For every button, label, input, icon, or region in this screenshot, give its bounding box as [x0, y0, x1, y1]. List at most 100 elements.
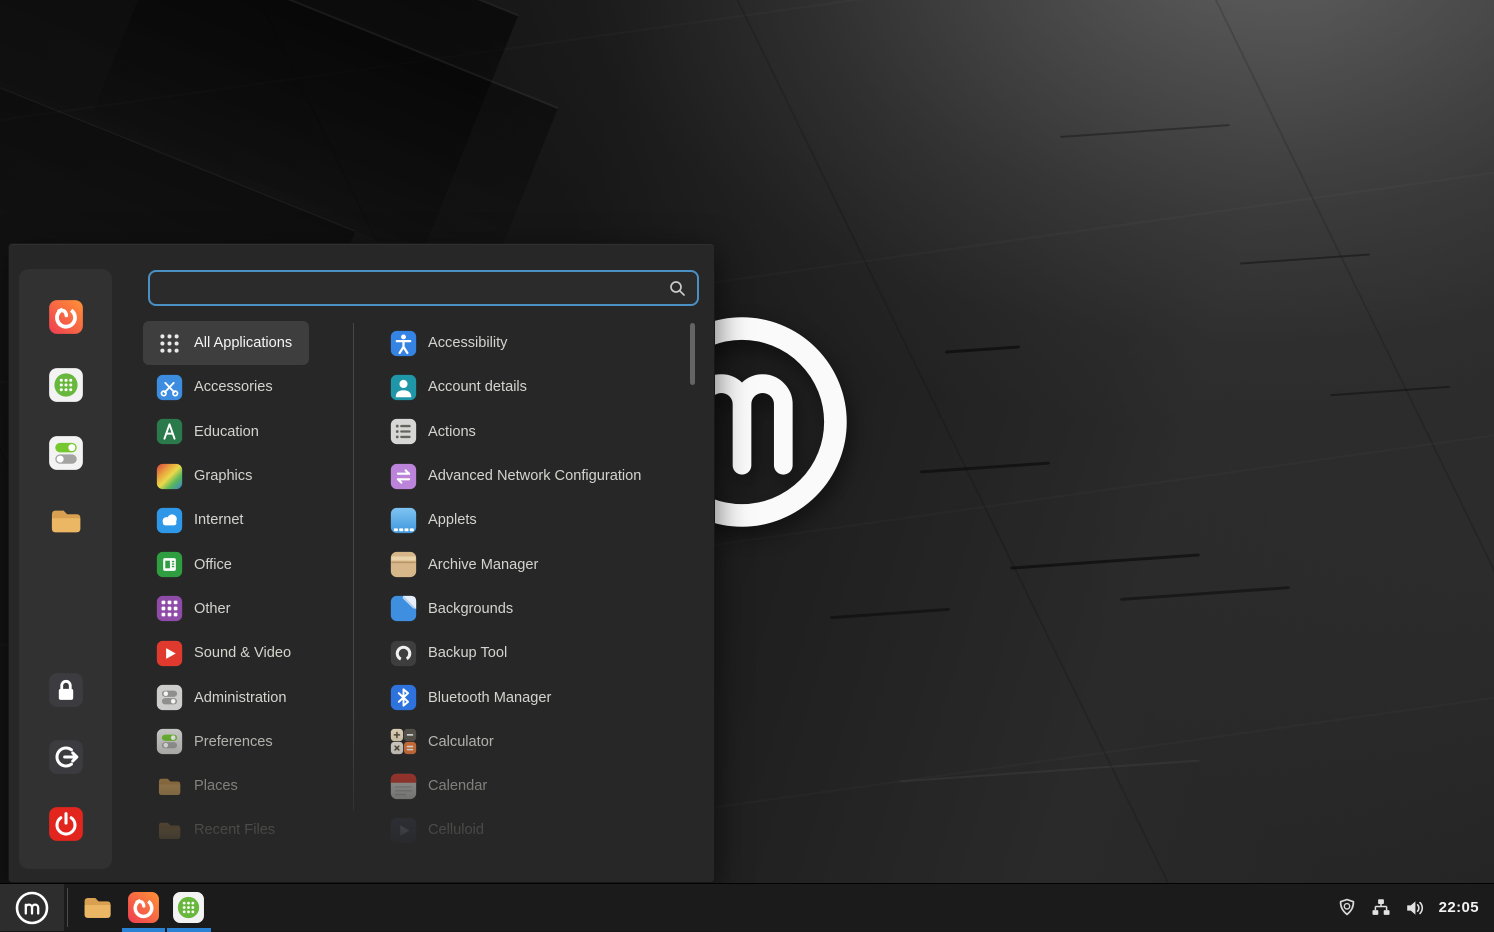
- category-administration[interactable]: Administration: [143, 675, 355, 719]
- favorite-software-manager[interactable]: [48, 367, 84, 403]
- education-icon: [156, 418, 183, 445]
- app-label: Calendar: [428, 778, 487, 794]
- internet-icon: [156, 507, 183, 534]
- app-label: Account details: [428, 379, 527, 395]
- category-recent-files[interactable]: Recent Files: [143, 808, 355, 852]
- scrollbar-thumb[interactable]: [690, 323, 695, 385]
- favorites-list: [19, 299, 112, 539]
- favorite-files[interactable]: [48, 503, 84, 539]
- app-label: Celluloid: [428, 822, 484, 838]
- session-buttons: [19, 672, 112, 842]
- app-celluloid[interactable]: Celluloid: [377, 808, 695, 852]
- lock-screen-button[interactable]: [48, 672, 84, 708]
- backup-tool-icon: [390, 640, 417, 667]
- category-list: All Applications Accessories Education G…: [143, 321, 355, 853]
- accessibility-icon: [390, 330, 417, 357]
- tray-network[interactable]: [1371, 898, 1391, 918]
- application-list: Accessibility Account details Actions Ad…: [377, 321, 695, 853]
- volume-icon: [1405, 898, 1425, 918]
- application-menu: All Applications Accessories Education G…: [8, 243, 715, 883]
- app-calculator[interactable]: Calculator: [377, 720, 695, 764]
- places-folder-icon: [156, 817, 183, 844]
- graphics-icon: [156, 463, 183, 490]
- favorite-system-settings[interactable]: [48, 435, 84, 471]
- folder-icon: [81, 891, 114, 924]
- system-tray: 22:05: [1337, 898, 1494, 918]
- app-label: Accessibility: [428, 335, 507, 351]
- favorite-firefox[interactable]: [48, 299, 84, 335]
- category-preferences[interactable]: Preferences: [143, 720, 355, 764]
- category-all-applications[interactable]: All Applications: [143, 321, 309, 365]
- folder-icon: [48, 503, 84, 539]
- app-label: Calculator: [428, 734, 494, 750]
- category-label: Sound & Video: [194, 645, 291, 661]
- launcher-files[interactable]: [75, 884, 121, 931]
- archive-manager-icon: [390, 551, 417, 578]
- firefox-icon: [127, 891, 160, 924]
- shutdown-icon: [48, 806, 84, 842]
- actions-icon: [390, 418, 417, 445]
- app-label: Applets: [428, 512, 477, 528]
- menu-sidebar: [19, 269, 112, 869]
- preferences-icon: [156, 728, 183, 755]
- taskbar-divider: [67, 888, 68, 927]
- mint-logo-icon: [14, 890, 50, 926]
- account-details-icon: [390, 374, 417, 401]
- category-label: Internet: [194, 512, 244, 528]
- logout-button[interactable]: [48, 739, 84, 775]
- category-sound-video[interactable]: Sound & Video: [143, 631, 355, 675]
- all-applications-grid-icon: [156, 330, 183, 357]
- app-backgrounds[interactable]: Backgrounds: [377, 587, 695, 631]
- app-backup-tool[interactable]: Backup Tool: [377, 631, 695, 675]
- category-label: Office: [194, 557, 232, 573]
- app-advanced-network-configuration[interactable]: Advanced Network Configuration: [377, 454, 695, 498]
- taskbar: 22:05: [0, 883, 1494, 931]
- category-office[interactable]: Office: [143, 542, 355, 586]
- category-education[interactable]: Education: [143, 410, 355, 454]
- app-calendar[interactable]: Calendar: [377, 764, 695, 808]
- launcher-firefox[interactable]: [121, 884, 167, 931]
- shutdown-button[interactable]: [48, 806, 84, 842]
- tray-shield[interactable]: [1337, 898, 1357, 918]
- search-box: [148, 270, 699, 306]
- app-label: Backgrounds: [428, 601, 513, 617]
- category-label: Other: [194, 601, 231, 617]
- app-archive-manager[interactable]: Archive Manager: [377, 542, 695, 586]
- calculator-icon: [390, 728, 417, 755]
- backgrounds-icon: [390, 595, 417, 622]
- app-actions[interactable]: Actions: [377, 410, 695, 454]
- category-label: Education: [194, 424, 259, 440]
- app-label: Actions: [428, 424, 476, 440]
- clock[interactable]: 22:05: [1439, 899, 1479, 916]
- shield-icon: [1337, 898, 1357, 918]
- column-separator: [353, 323, 354, 811]
- celluloid-icon: [390, 817, 417, 844]
- category-places[interactable]: Places: [143, 764, 355, 808]
- places-folder-icon: [156, 773, 183, 800]
- launcher-area: [75, 884, 212, 931]
- applets-icon: [390, 507, 417, 534]
- app-accessibility[interactable]: Accessibility: [377, 321, 695, 365]
- category-label: Administration: [194, 690, 286, 706]
- launcher-software-manager[interactable]: [166, 884, 212, 931]
- app-bluetooth-manager[interactable]: Bluetooth Manager: [377, 675, 695, 719]
- menu-button[interactable]: [0, 884, 64, 931]
- category-label: Accessories: [194, 379, 273, 395]
- app-account-details[interactable]: Account details: [377, 365, 695, 409]
- search-input[interactable]: [150, 280, 669, 297]
- sound-video-icon: [156, 640, 183, 667]
- app-label: Bluetooth Manager: [428, 690, 551, 706]
- software-manager-icon: [172, 891, 205, 924]
- logout-icon: [48, 739, 84, 775]
- tray-volume[interactable]: [1405, 898, 1425, 918]
- app-applets[interactable]: Applets: [377, 498, 695, 542]
- category-other[interactable]: Other: [143, 587, 355, 631]
- system-settings-icon: [48, 435, 84, 471]
- category-label: All Applications: [194, 335, 292, 351]
- category-internet[interactable]: Internet: [143, 498, 355, 542]
- category-accessories[interactable]: Accessories: [143, 365, 355, 409]
- category-label: Preferences: [194, 734, 273, 750]
- other-icon: [156, 595, 183, 622]
- app-label: Advanced Network Configuration: [428, 468, 641, 484]
- category-graphics[interactable]: Graphics: [143, 454, 355, 498]
